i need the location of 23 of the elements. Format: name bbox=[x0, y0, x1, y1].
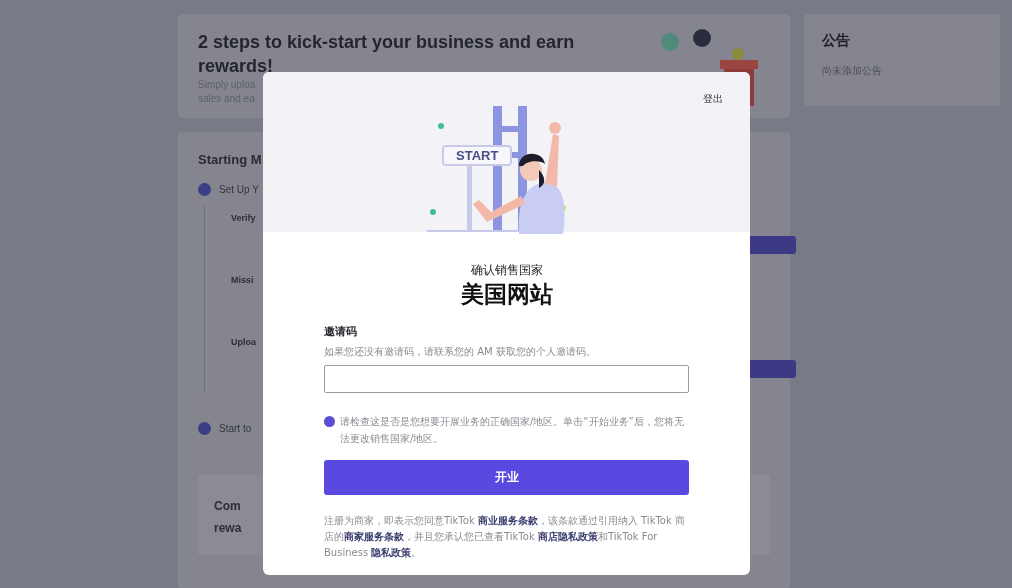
dialog-title: 美国网站 bbox=[459, 280, 554, 309]
step-number-icon bbox=[198, 422, 211, 435]
info-icon bbox=[324, 416, 335, 427]
task-title: Verify bbox=[231, 213, 256, 223]
field-hint: 如果您还没有邀请码，请联系您的 AM 获取您的个人邀请码。 bbox=[324, 345, 597, 359]
notice-text: 请检查这是否是您想要开展业务的正确国家/地区。单击“开始业务”后，您将无法更改销售国家/地区。 bbox=[340, 415, 685, 446]
announcement-title: 公告 bbox=[822, 32, 851, 50]
open-shop-button[interactable]: 开业 bbox=[324, 460, 689, 495]
section-title: Starting M bbox=[198, 152, 262, 167]
task-title: Uploa bbox=[231, 337, 256, 347]
terms-text: 注册为商家，即表示您同意TikTok 商业服务条款，该条款通过引用纳入 TikTok 商店的商家服务条款，并且您承认您已查看TikTok 商店隐私政策和TikTok For Business 隐私政策。 bbox=[324, 514, 686, 560]
intro-heading: 2 steps to kick-start your business and earn rewards! bbox=[198, 31, 576, 78]
invitation-code-field[interactable] bbox=[324, 365, 689, 393]
promo-heading: Com bbox=[214, 498, 241, 515]
logout-link[interactable]: 登出 bbox=[703, 92, 723, 106]
promo-heading: rewa bbox=[214, 520, 242, 537]
step-number-icon bbox=[198, 183, 211, 196]
step-title: Start to bbox=[219, 423, 252, 434]
step-title: Set Up Y bbox=[219, 184, 259, 195]
task-title: Missi bbox=[231, 275, 254, 285]
dialog-subtitle: 确认销售国家 bbox=[469, 262, 544, 279]
start-sign: START bbox=[442, 145, 513, 166]
field-label: 邀请码 bbox=[324, 324, 358, 339]
